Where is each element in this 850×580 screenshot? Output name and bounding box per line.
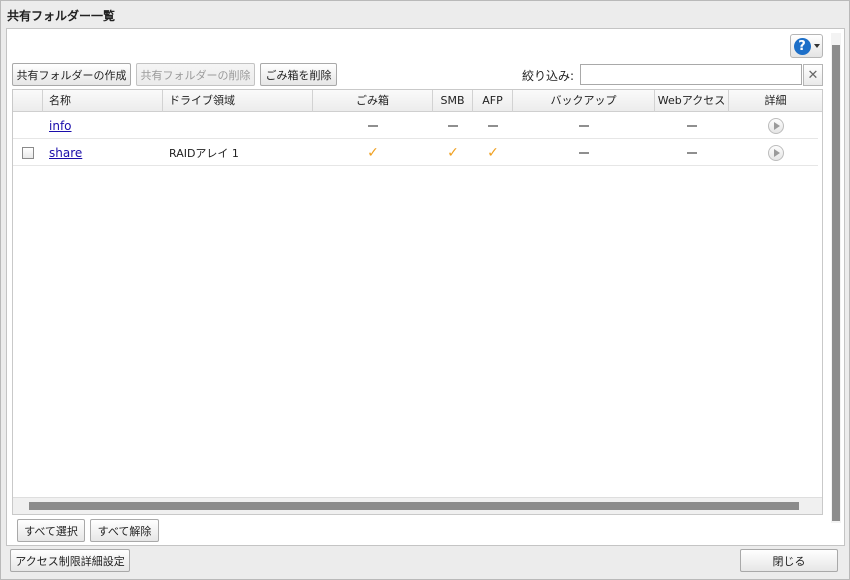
folder-link-info[interactable]: info (49, 119, 72, 133)
column-header-web-access[interactable]: Webアクセス (655, 90, 729, 112)
row-checkbox[interactable] (22, 147, 34, 159)
check-icon: ✓ (487, 145, 499, 161)
dash-icon (687, 152, 697, 154)
horizontal-scrollbar[interactable] (13, 497, 822, 514)
filter-input[interactable] (580, 64, 802, 85)
vertical-scroll-thumb[interactable] (832, 45, 840, 521)
delete-folder-button[interactable]: 共有フォルダーの削除 (136, 63, 255, 86)
help-icon: ? (793, 37, 811, 55)
vertical-scrollbar[interactable] (831, 33, 841, 523)
column-header-trash[interactable]: ごみ箱 (313, 90, 433, 112)
drive-cell (169, 113, 313, 139)
horizontal-scroll-thumb[interactable] (29, 502, 799, 510)
detail-play-icon[interactable] (767, 118, 784, 134)
dash-icon (579, 152, 589, 154)
column-header-afp[interactable]: AFP (473, 90, 513, 112)
table-row[interactable]: share RAIDアレイ 1 ✓ ✓ ✓ (13, 140, 818, 166)
column-header-select (13, 90, 43, 112)
folder-link-share[interactable]: share (49, 146, 82, 160)
shared-folder-list-dialog: 共有フォルダー一覧 ? 共有フォルダーの作成 共有フォルダーの削除 ごみ箱を削除… (0, 0, 850, 580)
deselect-all-button[interactable]: すべて解除 (90, 519, 159, 542)
create-folder-button[interactable]: 共有フォルダーの作成 (12, 63, 131, 86)
content-panel: ? 共有フォルダーの作成 共有フォルダーの削除 ごみ箱を削除 絞り込み: ✕ 名… (6, 28, 845, 546)
drive-cell: RAIDアレイ 1 (169, 147, 239, 160)
table-header: 名称 ドライブ領域 ごみ箱 SMB AFP バックアップ Webアクセス 詳細 (13, 90, 822, 112)
select-all-button[interactable]: すべて選択 (17, 519, 85, 542)
dash-icon (687, 125, 697, 127)
close-icon: ✕ (807, 67, 819, 83)
check-icon: ✓ (447, 145, 459, 161)
dash-icon (368, 125, 378, 127)
column-header-name[interactable]: 名称 (43, 90, 163, 112)
dialog-title: 共有フォルダー一覧 (7, 9, 116, 23)
dash-icon (579, 125, 589, 127)
filter-label: 絞り込み: (522, 69, 575, 83)
dash-icon (488, 125, 498, 127)
access-settings-button[interactable]: アクセス制限詳細設定 (10, 549, 130, 572)
column-header-smb[interactable]: SMB (433, 90, 473, 112)
close-button[interactable]: 閉じる (740, 549, 838, 572)
check-icon: ✓ (367, 145, 379, 161)
chevron-down-icon (813, 44, 820, 48)
table-row[interactable]: info (13, 113, 818, 139)
dash-icon (448, 125, 458, 127)
clear-filter-button[interactable]: ✕ (803, 64, 823, 86)
column-header-drive[interactable]: ドライブ領域 (163, 90, 313, 112)
empty-trash-button[interactable]: ごみ箱を削除 (260, 63, 337, 86)
shared-folder-table: 名称 ドライブ領域 ごみ箱 SMB AFP バックアップ Webアクセス 詳細 … (12, 89, 823, 515)
help-button[interactable]: ? (790, 34, 823, 58)
column-header-backup[interactable]: バックアップ (513, 90, 655, 112)
column-header-detail[interactable]: 詳細 (729, 90, 822, 112)
detail-play-icon[interactable] (767, 145, 784, 161)
